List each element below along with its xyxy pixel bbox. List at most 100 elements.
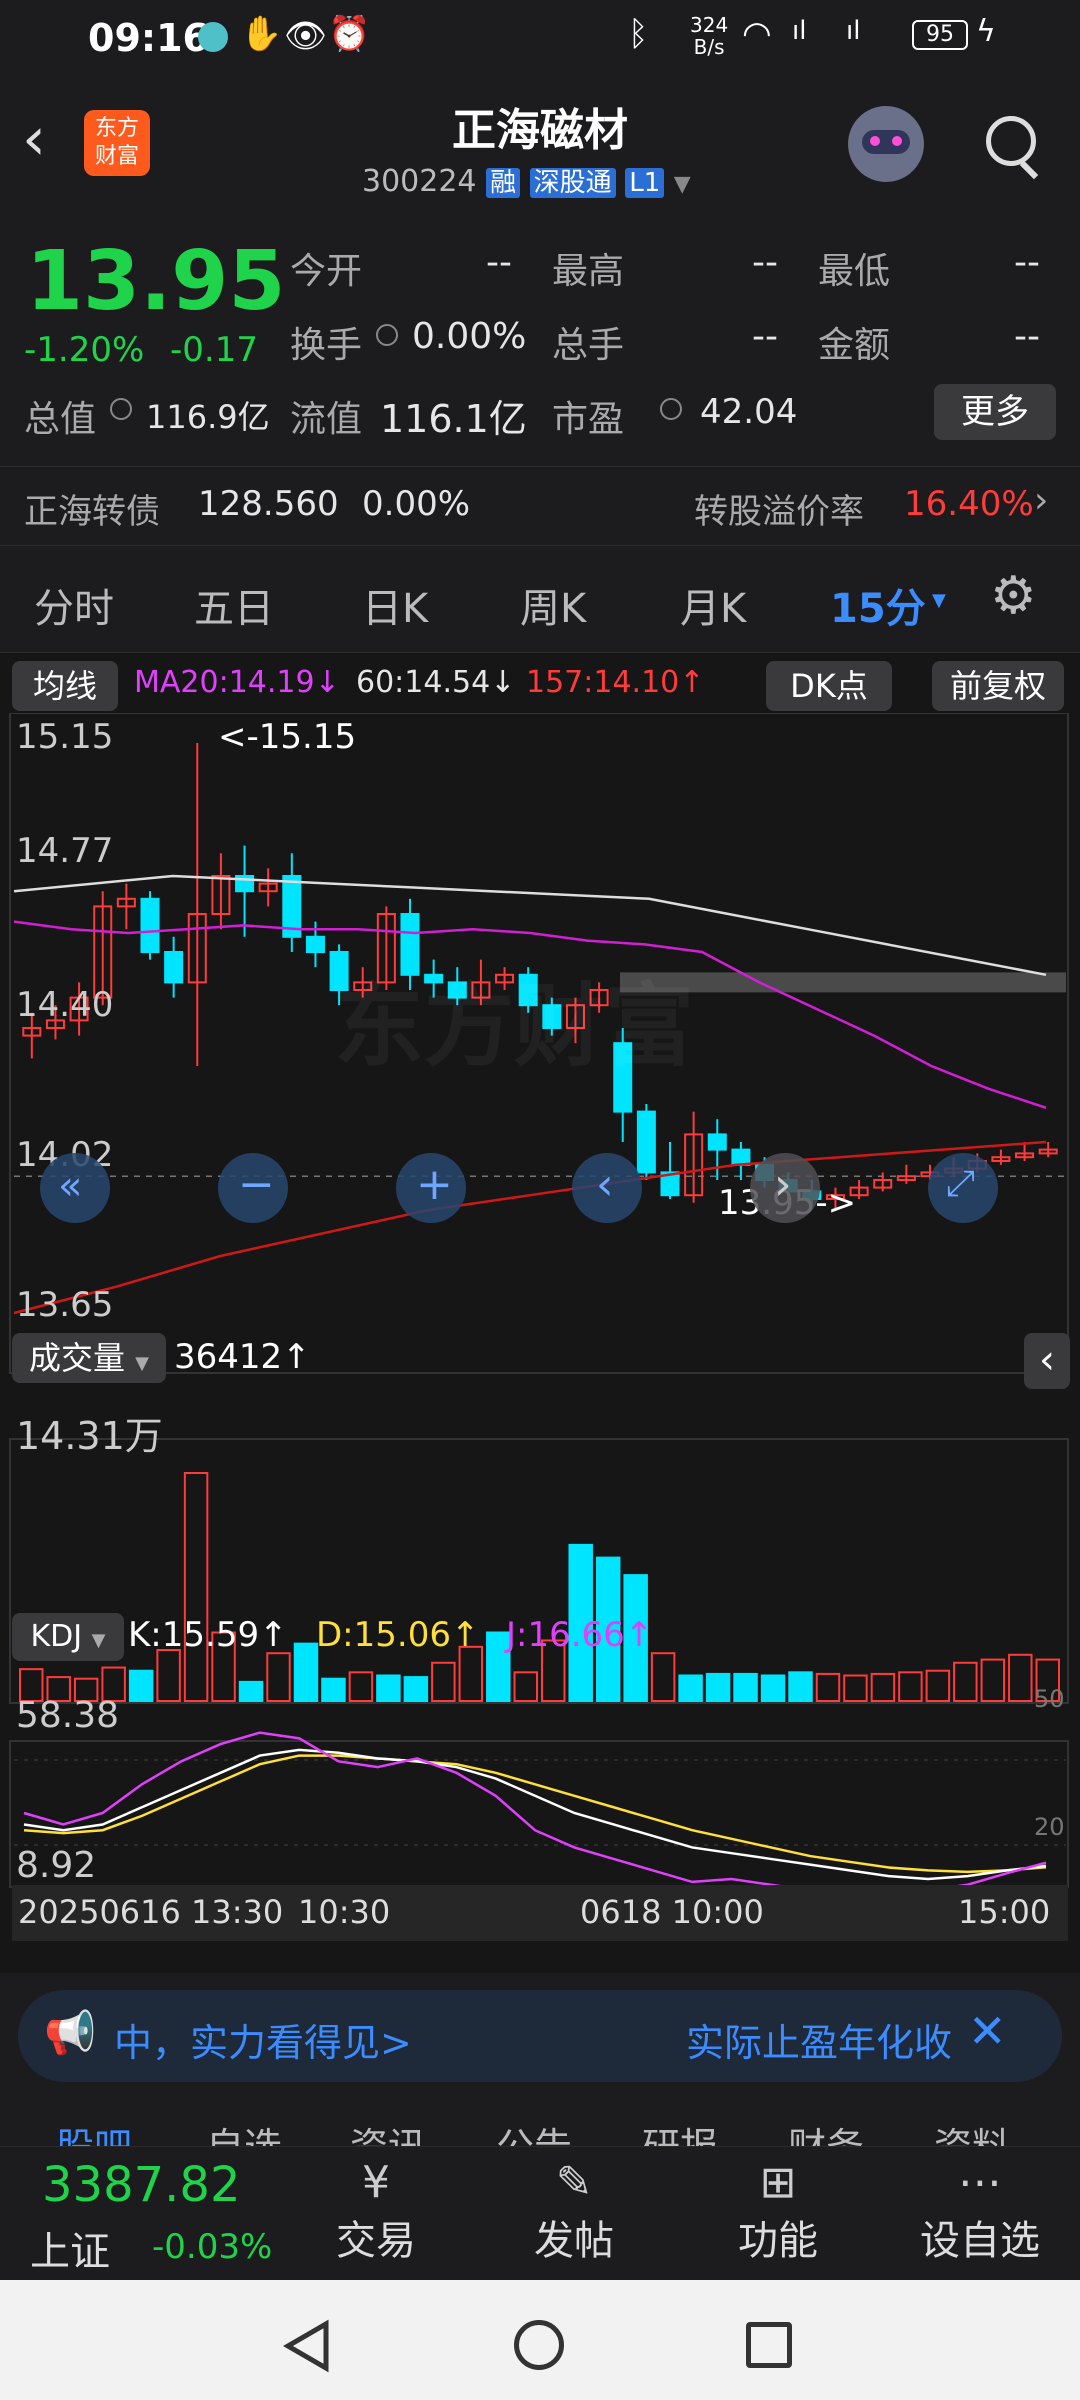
kdj-d-label: D:15.06↑ [316,1615,480,1655]
volume-bar [183,1472,209,1702]
fullscreen-button[interactable]: ⤢ [928,1153,998,1223]
notice-right-text: 实际止盈年化收 [686,2021,953,2065]
candle-body [636,1110,656,1174]
alarm-icon: ⏰ [328,14,371,54]
search-icon[interactable] [986,116,1036,166]
premium-value: 16.40% [904,484,1034,524]
kdj-bottom-label: 8.92 [16,1845,97,1886]
field-low-label: 最低 [818,251,891,292]
nav-trade[interactable]: ¥ 交易 [316,2147,436,2281]
candle-body [305,935,325,954]
field-turnover-label: 换手 [290,325,363,366]
nav-trade-label: 交易 [336,2218,416,2264]
chevron-down-icon[interactable]: ▼ [674,172,691,197]
ma157-line [13,1140,1047,1315]
scroll-left-button[interactable]: ‹ [572,1153,642,1223]
premium-label: 转股溢价率 [694,492,864,532]
kdj-k-line [23,1748,1047,1881]
sub-tab-notice[interactable]: 公告 [496,2116,572,2146]
gear-icon[interactable]: ⚙ [990,566,1037,626]
field-pe-value: 42.04 [700,392,798,432]
nav-function[interactable]: ⊞ 功能 [718,2147,838,2281]
index-widget[interactable]: 3387.82 上证 -0.03% [0,2147,272,2281]
close-icon[interactable]: ✕ [968,2004,1007,2058]
tab-15min[interactable]: 15分 [830,576,926,634]
ma157-label: 157:14.10↑ [526,665,705,700]
kdj-50-label: 50 [1034,1685,1065,1713]
stock-code-row: 300224 融 深股通 L1 ▼ [362,162,691,199]
dk-button[interactable]: DK点 [766,661,892,711]
nav-post-label: 发帖 [534,2218,614,2264]
info-icon[interactable] [660,398,682,420]
quote-panel: 13.95 -1.20% -0.17 今开 -- 最高 -- 最低 -- 换手 … [0,212,1080,542]
notice-text: 中，实力看得见> [114,2021,412,2065]
y-label-1365: 13.65 [16,1285,114,1325]
field-total-cap-label: 总值 [24,399,97,440]
sub-tab-profile[interactable]: 资料 [934,2116,1010,2146]
notice-banner[interactable]: 📢 中，实力看得见> 实际止盈年化收 ✕ [18,1990,1062,2082]
badge-rong: 融 [486,168,521,198]
kdj-j-line [23,1731,1047,1895]
sub-tab-zixuan[interactable]: 自选 [206,2116,282,2146]
time-axis: 20250616 13:30 10:30 0618 10:00 15:00 [12,1885,1068,1941]
chevron-right-icon[interactable]: › [1034,480,1048,521]
trade-icon: ¥ [362,2157,390,2208]
field-float-cap-label: 流值 [290,399,363,440]
badge-l1: L1 [625,168,665,198]
volume-bar [870,1672,896,1703]
volume-bar [321,1677,346,1702]
nav-post[interactable]: ✎ 发帖 [514,2147,634,2281]
tab-monthly[interactable]: 月K [680,576,746,634]
change-value: -0.17 [170,330,258,370]
watermark: 东方财富 [334,974,694,1079]
x-label-0618: 0618 10:00 [580,1893,764,1931]
field-high-value: -- [752,242,778,283]
bond-pct: 0.00% [362,484,471,524]
nav-add-watch[interactable]: ⋯ 设自选 [900,2147,1060,2281]
badge-sgt: 深股通 [529,168,616,198]
scroll-right-button[interactable]: › [750,1153,820,1223]
recents-nav-icon[interactable] [746,2322,792,2368]
back-nav-icon[interactable] [280,2318,336,2374]
bond-name[interactable]: 正海转债 [24,484,160,533]
tab-weekly[interactable]: 周K [520,576,586,634]
info-icon[interactable] [376,324,398,346]
tab-intraday[interactable]: 分时 [34,576,114,634]
x-label-1500: 15:00 [958,1893,1051,1931]
volume-bar [513,1671,538,1702]
index-name: 上证 [30,2229,110,2275]
candle-body [164,951,184,984]
robot-assistant-icon[interactable] [848,106,924,182]
sub-tab-guba[interactable]: 股吧 [56,2116,132,2146]
more-button[interactable]: 更多 [934,384,1056,440]
tab-5day[interactable]: 五日 [194,576,274,634]
volume-max-label: 14.31万 [16,1414,163,1458]
fq-button[interactable]: 前复权 [932,661,1064,711]
home-nav-icon[interactable] [514,2320,564,2370]
volume-value: 36412↑ [174,1337,311,1377]
eye-icon: 👁 [284,16,328,56]
volume-bar [431,1661,456,1702]
volume-button[interactable]: 成交量 ▼ [12,1333,166,1383]
zoom-in-button[interactable]: + [396,1153,466,1223]
battery-icon: 95 [912,20,968,50]
search-icon-handle [1019,160,1039,180]
kdj-button[interactable]: KDJ ▼ [12,1613,124,1661]
ma-button[interactable]: 均线 [12,661,118,711]
sub-tab-news[interactable]: 资讯 [350,2116,426,2146]
sub-tab-finance[interactable]: 财务 [788,2116,864,2146]
stock-code: 300224 [362,164,477,199]
kdj-panel-frame [9,1740,1069,1888]
tab-daily[interactable]: 日K [362,576,428,634]
kdj-20-label: 20 [1034,1813,1065,1841]
info-icon[interactable] [110,398,132,420]
index-value: 3387.82 [42,2157,241,2213]
caret-down-icon[interactable]: ▼ [932,590,946,611]
collapse-panel-button[interactable]: ‹ [1024,1333,1070,1389]
volume-bar [348,1671,374,1702]
sub-tab-report[interactable]: 研报 [642,2116,718,2146]
zoom-out-fast-button[interactable]: « [40,1153,110,1223]
zoom-out-button[interactable]: − [218,1153,288,1223]
volume-bar [898,1671,923,1702]
volume-bar [760,1674,786,1702]
